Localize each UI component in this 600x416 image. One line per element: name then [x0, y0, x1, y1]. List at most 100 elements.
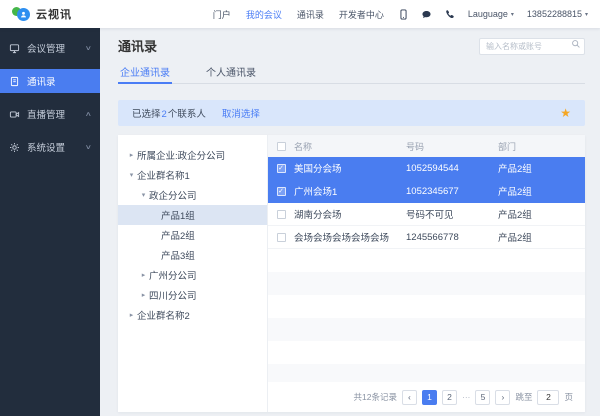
contacts-card: ▸所属企业:政企分公司▾企业群名称1▾政企分公司产品1组产品2组产品3组▸广州分… [118, 135, 585, 412]
empty-row-stripe [268, 341, 585, 364]
top-nav-item-1[interactable]: 我的会议 [246, 8, 282, 21]
main-content: 通讯录 企业通讯录个人通讯录 已选择2个联系人 取消选择 ★ ▸所属企业:政企分… [100, 28, 600, 416]
table-row-0[interactable]: ✓ 美国分会场1052594544产品2组 [268, 157, 585, 180]
cell-department: 产品2组 [498, 184, 585, 198]
cell-number: 1052594544 [406, 163, 498, 174]
selection-banner: 已选择2个联系人 取消选择 ★ [118, 100, 585, 126]
settings-icon [9, 142, 20, 153]
sidebar-item-label: 通讯录 [27, 74, 84, 88]
page-button-1[interactable]: 1 [422, 390, 437, 405]
top-nav-item-0[interactable]: 门户 [213, 8, 231, 21]
pagination: 共12条记录 ‹ 12…5 › 跳至 页 [268, 382, 585, 412]
chevron-down-icon: ▾ [585, 11, 588, 18]
search-input[interactable] [479, 38, 585, 55]
header-icons [398, 9, 455, 20]
sidebar: 会议管理 ∨ 通讯录直播管理∧ 系统设置∨ [0, 28, 100, 416]
empty-row-stripe [268, 318, 585, 341]
next-page-button[interactable]: › [495, 390, 510, 405]
table-body: ✓ 美国分会场1052594544产品2组 ✓ 广州会场11052345677产品2组… [268, 157, 585, 387]
row-checkbox[interactable]: ✓ [277, 164, 286, 173]
tree-item-0[interactable]: ▸所属企业:政企分公司 [118, 145, 267, 165]
app-logo: 云视讯 [12, 6, 72, 22]
tree-item-label: 产品2组 [161, 228, 195, 242]
sidebar-item-label: 直播管理 [27, 107, 79, 121]
tree-item-6[interactable]: ▸广州分公司 [118, 265, 267, 285]
tree-item-1[interactable]: ▾企业群名称1 [118, 165, 267, 185]
tree-arrow-icon: ▾ [126, 171, 137, 179]
mobile-icon[interactable] [398, 9, 409, 20]
jump-page-input[interactable] [537, 390, 559, 405]
tree-item-2[interactable]: ▾政企分公司 [118, 185, 267, 205]
tree-item-8[interactable]: ▸企业群名称2 [118, 305, 267, 325]
table-header: 名称号码部门 [268, 135, 585, 157]
page-ellipsis: … [462, 390, 471, 405]
empty-row-stripe [268, 249, 585, 272]
tree-arrow-icon: ▸ [138, 271, 149, 279]
cell-number: 号码不可见 [406, 207, 498, 221]
table-row-1[interactable]: ✓ 广州会场11052345677产品2组 [268, 180, 585, 203]
total-records: 共12条记录 [354, 391, 397, 403]
language-label: Lauguage [468, 9, 508, 19]
row-checkbox-cell [268, 233, 294, 242]
column-header-0: 名称 [294, 140, 406, 153]
logo-person-icon [17, 8, 30, 21]
tree-arrow-icon: ▸ [126, 151, 137, 159]
logo-icon [12, 6, 31, 22]
contacts-table: 名称号码部门 ✓ 美国分会场1052594544产品2组 ✓ 广州会场11052345… [268, 135, 585, 412]
tree-item-3[interactable]: 产品1组 [118, 205, 267, 225]
cell-name: 广州会场1 [294, 184, 406, 198]
tree-arrow-icon: ▾ [138, 191, 149, 199]
chat-icon[interactable] [421, 9, 432, 20]
column-header-2: 部门 [498, 140, 585, 153]
sidebar-item-settings[interactable]: 系统设置∨ [0, 135, 100, 159]
cell-name: 湖南分会场 [294, 207, 406, 221]
sidebar-item-label: 会议管理 [27, 41, 79, 55]
table-row-2[interactable]: 湖南分会场号码不可见产品2组 [268, 203, 585, 226]
select-all-cell [268, 142, 294, 151]
cell-department: 产品2组 [498, 161, 585, 175]
tree-item-label: 政企分公司 [149, 188, 197, 202]
tree-item-7[interactable]: ▸四川分公司 [118, 285, 267, 305]
phone-icon[interactable] [444, 9, 455, 20]
empty-row-stripe [268, 295, 585, 318]
row-checkbox[interactable] [277, 210, 286, 219]
tree-item-4[interactable]: 产品2组 [118, 225, 267, 245]
tree-arrow-icon: ▸ [138, 291, 149, 299]
empty-row-stripe [268, 272, 585, 295]
page-button-5[interactable]: 5 [475, 390, 490, 405]
account-dropdown[interactable]: 13852288815 ▾ [527, 9, 588, 19]
select-all-checkbox[interactable] [277, 142, 286, 151]
page-buttons: 12 … 5 [422, 390, 491, 405]
favorite-star-icon[interactable]: ★ [560, 107, 571, 119]
row-checkbox-cell [268, 210, 294, 219]
cell-name: 美国分会场 [294, 161, 406, 175]
language-dropdown[interactable]: Lauguage ▾ [468, 9, 514, 19]
top-nav-item-2[interactable]: 通讯录 [297, 8, 324, 21]
top-nav-item-3[interactable]: 开发者中心 [339, 8, 384, 21]
sidebar-item-contacts[interactable]: 通讯录 [0, 69, 100, 93]
page-suffix: 页 [564, 391, 573, 403]
top-nav: 门户 我的会议 通讯录 开发者中心 [213, 8, 384, 21]
selection-count: 2 [161, 109, 168, 120]
sidebar-item-meeting[interactable]: 会议管理 ∨ [0, 36, 100, 60]
tab-personal-contacts[interactable]: 个人通讯录 [204, 64, 258, 83]
page-button-2[interactable]: 2 [442, 390, 457, 405]
chevron-down-icon: ∨ [85, 44, 92, 52]
tree-item-label: 四川分公司 [149, 288, 197, 302]
cancel-selection-link[interactable]: 取消选择 [222, 106, 260, 120]
selection-text: 已选择2个联系人 [132, 106, 206, 120]
tree-item-5[interactable]: 产品3组 [118, 245, 267, 265]
tab-enterprise-contacts[interactable]: 企业通讯录 [118, 64, 172, 83]
live-icon [9, 109, 20, 120]
chevron-down-icon: ∨ [85, 143, 92, 151]
top-header: 云视讯 门户 我的会议 通讯录 开发者中心 Lauguage ▾ 1385228881… [0, 0, 600, 28]
row-checkbox[interactable] [277, 233, 286, 242]
prev-page-button[interactable]: ‹ [402, 390, 417, 405]
table-row-3[interactable]: 会场会场会场会场会场1245566778产品2组 [268, 226, 585, 249]
sidebar-item-live[interactable]: 直播管理∧ [0, 102, 100, 126]
cell-number: 1245566778 [406, 232, 498, 243]
tree-arrow-icon: ▸ [126, 311, 137, 319]
cell-number: 1052345677 [406, 186, 498, 197]
tree-item-label: 企业群名称2 [137, 308, 190, 322]
row-checkbox[interactable]: ✓ [277, 187, 286, 196]
